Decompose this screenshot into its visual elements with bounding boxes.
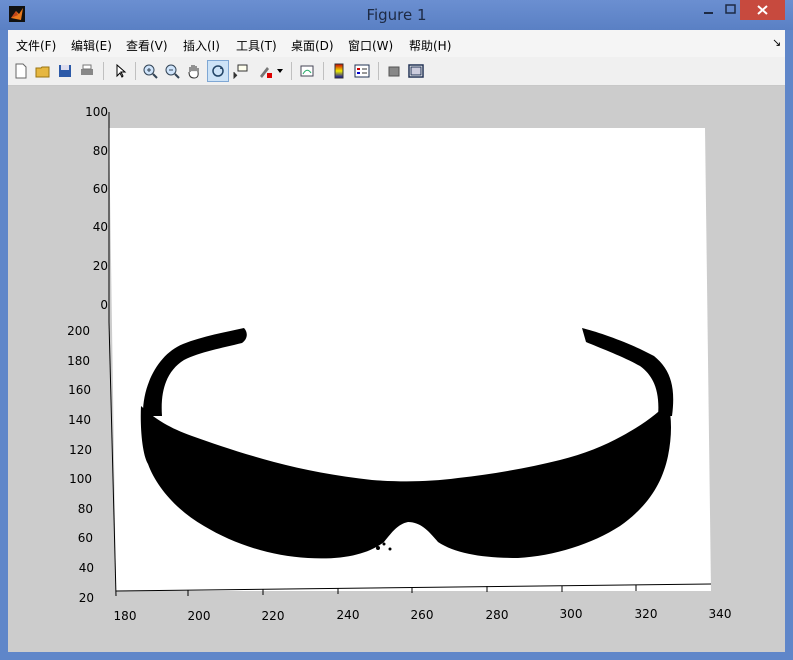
minimize-button[interactable] <box>695 0 722 20</box>
menu-bar: 文件(F) 编辑(E) 查看(V) 插入(I) 工具(T) 桌面(D) 窗口(W… <box>8 30 785 57</box>
pointer-icon[interactable] <box>109 60 131 82</box>
x-tick-label: 320 <box>635 607 658 621</box>
y-tick-label: 40 <box>79 561 94 575</box>
y-tick-label: 200 <box>67 324 90 338</box>
figure-window: Figure 1 文件(F) 编辑(E) 查看(V) 插入(I) 工具(T) 桌… <box>0 0 793 660</box>
menu-insert[interactable]: 插入(I) <box>183 37 220 54</box>
z-tick-label: 0 <box>100 298 108 312</box>
x-tick-label: 200 <box>188 609 211 623</box>
show-plot-tools-icon[interactable] <box>405 60 427 82</box>
x-tick-label: 180 <box>114 609 137 623</box>
z-tick-label: 100 <box>85 105 108 119</box>
menu-window[interactable]: 窗口(W) <box>348 37 393 54</box>
rotate-3d-icon[interactable] <box>207 60 229 82</box>
toolbar-separator <box>291 62 292 80</box>
close-button[interactable] <box>740 0 785 20</box>
x-tick-label: 300 <box>560 607 583 621</box>
brush-icon[interactable] <box>254 60 276 82</box>
menu-edit[interactable]: 编辑(E) <box>71 37 112 54</box>
x-tick-label: 260 <box>411 608 434 622</box>
open-file-icon[interactable] <box>32 60 54 82</box>
menu-desktop[interactable]: 桌面(D) <box>291 37 334 54</box>
z-tick-label: 20 <box>93 259 108 273</box>
toolbar-separator <box>103 62 104 80</box>
y-tick-labels: 200 180 160 140 120 100 80 60 40 20 <box>67 324 94 605</box>
y-tick-label: 160 <box>68 383 91 397</box>
x-tick-label: 240 <box>337 608 360 622</box>
x-tick-label: 220 <box>262 609 285 623</box>
menu-view[interactable]: 查看(V) <box>126 37 168 54</box>
toolbar-separator <box>378 62 379 80</box>
brush-dropdown-icon[interactable] <box>274 60 286 82</box>
x-tick-label: 280 <box>486 608 509 622</box>
pan-hand-icon[interactable] <box>183 60 205 82</box>
print-icon[interactable] <box>76 60 98 82</box>
y-tick-label: 140 <box>68 413 91 427</box>
y-tick-label: 60 <box>78 531 93 545</box>
menu-file[interactable]: 文件(F) <box>16 37 56 54</box>
save-icon[interactable] <box>54 60 76 82</box>
z-tick-label: 80 <box>93 144 108 158</box>
zoom-in-icon[interactable] <box>139 60 161 82</box>
y-tick-label: 100 <box>69 472 92 486</box>
plot-axes[interactable]: 100 80 60 40 20 0 200 180 160 140 120 10… <box>8 86 785 652</box>
z-tick-label: 40 <box>93 220 108 234</box>
figure-toolbar <box>8 57 785 86</box>
z-tick-labels: 100 80 60 40 20 0 <box>85 105 108 312</box>
title-bar[interactable]: Figure 1 <box>0 0 793 30</box>
x-tick-label: 340 <box>709 607 732 621</box>
menu-tools[interactable]: 工具(T) <box>236 37 277 54</box>
hide-plot-tools-icon[interactable] <box>383 60 405 82</box>
menu-overflow-arrow[interactable]: ↘ <box>772 36 781 49</box>
y-tick-label: 120 <box>69 443 92 457</box>
legend-icon[interactable] <box>351 60 373 82</box>
new-figure-icon[interactable] <box>10 60 32 82</box>
y-tick-label: 180 <box>67 354 90 368</box>
y-tick-label: 20 <box>79 591 94 605</box>
link-plot-icon[interactable] <box>296 60 318 82</box>
window-title: Figure 1 <box>366 6 427 24</box>
z-tick-label: 60 <box>93 182 108 196</box>
toolbar-separator <box>323 62 324 80</box>
y-tick-label: 80 <box>78 502 93 516</box>
menu-help[interactable]: 帮助(H) <box>409 37 451 54</box>
zoom-out-icon[interactable] <box>161 60 183 82</box>
colorbar-icon[interactable] <box>328 60 350 82</box>
toolbar-separator <box>135 62 136 80</box>
data-cursor-icon[interactable] <box>229 60 251 82</box>
